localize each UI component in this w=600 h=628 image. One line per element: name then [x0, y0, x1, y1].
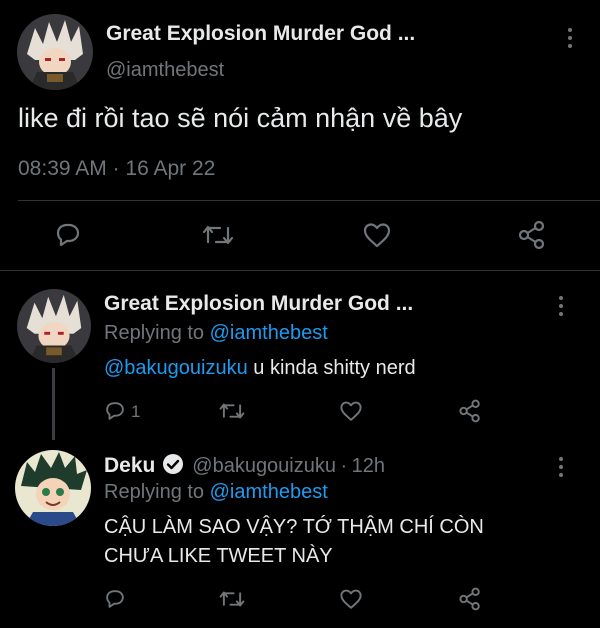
separator: ·: [112, 157, 120, 180]
reply-header: Deku @bakugouizuku · 12h: [104, 453, 385, 480]
like-icon[interactable]: [339, 400, 363, 422]
replying-handle-link[interactable]: @iamthebest: [210, 481, 328, 503]
handle[interactable]: @bakugouizuku: [192, 455, 336, 477]
replying-to: Replying to @iamthebest: [104, 481, 328, 504]
like-icon[interactable]: [362, 222, 392, 248]
thread-line: [52, 368, 55, 440]
tweet-age[interactable]: 12h: [352, 455, 385, 477]
display-name[interactable]: Great Explosion Murder God ...: [104, 292, 413, 316]
reply-icon[interactable]: [54, 222, 82, 248]
tweet-timestamp[interactable]: 08:39 AM · 16 Apr 22: [18, 157, 215, 181]
verified-icon: [162, 453, 184, 480]
reply-text: @bakugouizuku u kinda shitty nerd: [104, 357, 416, 380]
avatar-bakugouizuku[interactable]: [15, 450, 91, 526]
tweet-date: 16 Apr 22: [125, 157, 216, 180]
share-icon[interactable]: [458, 399, 482, 423]
reply-text-line-1: CẬU LÀM SAO VẬY? TỚ THẬM CHÍ CÒN: [104, 516, 484, 538]
more-icon[interactable]: [566, 28, 574, 52]
reply-count: 1: [131, 402, 141, 421]
reply-body: u kinda shitty nerd: [253, 357, 416, 379]
avatar-iamthebest[interactable]: [17, 14, 93, 90]
more-icon[interactable]: [557, 457, 565, 481]
divider: [18, 200, 600, 201]
handle[interactable]: @iamthebest: [106, 59, 224, 82]
reply-text-line-2: CHƯA LIKE TWEET NÀY: [104, 545, 333, 567]
reply-icon[interactable]: [104, 588, 126, 610]
share-icon[interactable]: [517, 220, 547, 250]
separator: ·: [340, 455, 348, 477]
retweet-icon[interactable]: [219, 400, 245, 422]
avatar-iamthebest[interactable]: [17, 289, 91, 363]
retweet-icon[interactable]: [219, 588, 245, 610]
retweet-icon[interactable]: [202, 222, 234, 248]
share-icon[interactable]: [458, 587, 482, 611]
replying-prefix: Replying to: [104, 322, 205, 344]
tweet-text: like đi rồi tao sẽ nói cảm nhận về bây: [18, 103, 463, 133]
replying-to: Replying to @iamthebest: [104, 322, 328, 345]
like-icon[interactable]: [339, 588, 363, 610]
replying-handle-link[interactable]: @iamthebest: [210, 322, 328, 344]
tweet-time: 08:39 AM: [18, 157, 107, 180]
display-name[interactable]: Great Explosion Murder God ...: [106, 22, 415, 46]
reply-icon[interactable]: [104, 400, 126, 422]
mention-link[interactable]: @bakugouizuku: [104, 357, 248, 379]
divider: [0, 270, 600, 271]
display-name[interactable]: Deku: [104, 454, 155, 477]
replying-prefix: Replying to: [104, 481, 205, 503]
more-icon[interactable]: [557, 296, 565, 320]
